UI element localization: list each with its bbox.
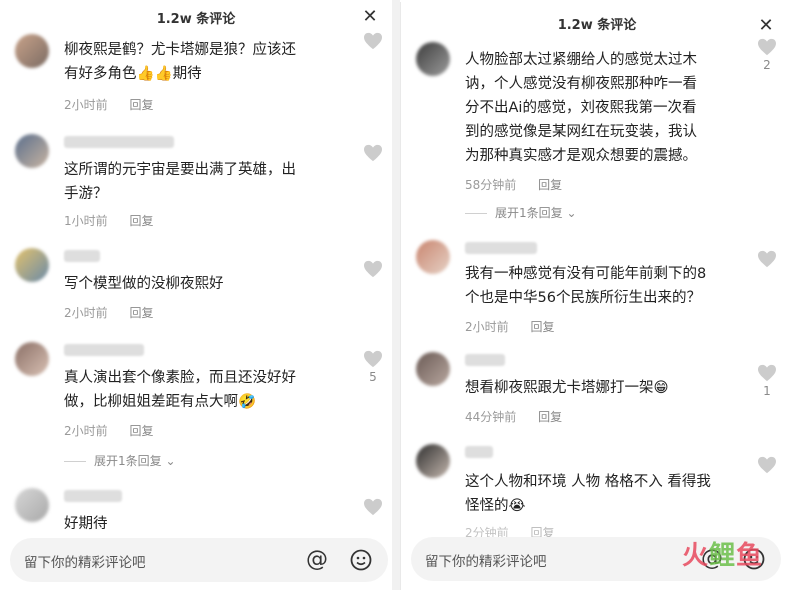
chevron-down-icon: ⌄ xyxy=(566,206,577,220)
comment-panel-left: 1.2w 条评论 ✕ 柳夜熙是鹤？尤卡塔娜是狼？应该还 有好多角色👍👍期待 2小… xyxy=(0,0,392,590)
comment-input[interactable]: 留下你的精彩评论吧 @ xyxy=(10,538,388,582)
close-icon[interactable]: ✕ xyxy=(360,8,380,28)
reply-button[interactable]: 回复 xyxy=(129,98,153,112)
reply-button[interactable]: 回复 xyxy=(538,410,562,424)
heart-icon xyxy=(364,260,382,278)
heart-icon xyxy=(758,38,776,56)
avatar[interactable] xyxy=(416,240,450,274)
reply-button[interactable]: 回复 xyxy=(129,214,153,228)
smiley-icon[interactable] xyxy=(350,549,372,575)
divider xyxy=(465,213,487,214)
comment-meta: 2小时前 回复 xyxy=(64,422,153,439)
avatar[interactable] xyxy=(15,342,49,376)
like-button[interactable]: 5 xyxy=(362,350,384,384)
avatar[interactable] xyxy=(15,134,49,168)
comment-text: 柳夜熙是鹤？尤卡塔娜是狼？应该还 有好多角色👍👍期待 xyxy=(64,42,296,82)
comment-meta: 58分钟前 回复 xyxy=(465,176,562,193)
comment-time: 2小时前 xyxy=(64,424,108,438)
comment-meta: 2小时前 回复 xyxy=(64,304,153,321)
username[interactable] xyxy=(64,136,174,148)
reply-button[interactable]: 回复 xyxy=(129,306,153,320)
reply-button[interactable]: 回复 xyxy=(538,178,562,192)
heart-icon xyxy=(364,32,382,50)
like-button[interactable] xyxy=(362,144,384,162)
comment-text: 这所谓的元宇宙是要出满了英雄，出 手游？ xyxy=(64,162,296,202)
avatar[interactable] xyxy=(15,248,49,282)
comment-text: 人物脸部太过紧绷给人的感觉太过木 讷，个人感觉没有柳夜熙那种咋一看 分不出Ai的… xyxy=(465,52,697,164)
like-button[interactable] xyxy=(362,498,384,516)
like-button[interactable] xyxy=(362,260,384,278)
comment-time: 2小时前 xyxy=(465,320,509,334)
username[interactable] xyxy=(465,242,537,254)
comment-meta: 1小时前 回复 xyxy=(64,212,153,229)
comment-time: 2小时前 xyxy=(64,306,108,320)
heart-icon xyxy=(364,350,382,368)
avatar[interactable] xyxy=(416,352,450,386)
username[interactable] xyxy=(64,344,144,356)
username[interactable] xyxy=(64,490,122,502)
at-icon[interactable]: @ xyxy=(306,547,328,572)
comment-count-title: 1.2w 条评论 xyxy=(156,12,236,27)
close-icon[interactable]: ✕ xyxy=(756,17,776,37)
comment-count-title: 1.2w 条评论 xyxy=(557,18,637,33)
comment-time: 2小时前 xyxy=(64,98,108,112)
heart-icon xyxy=(758,250,776,268)
like-count: 1 xyxy=(763,384,771,398)
watermark-logo: 火鲤鱼 xyxy=(681,541,763,571)
chevron-down-icon: ⌄ xyxy=(165,454,176,468)
avatar[interactable] xyxy=(15,488,49,522)
avatar[interactable] xyxy=(416,42,450,76)
comment-input-placeholder[interactable]: 留下你的精彩评论吧 xyxy=(425,550,547,570)
comment-input-placeholder[interactable]: 留下你的精彩评论吧 xyxy=(24,551,146,571)
like-button[interactable] xyxy=(756,456,778,474)
comment-meta: 2小时前 回复 xyxy=(465,318,554,335)
like-count: 2 xyxy=(763,58,771,72)
comment-panel-right: 1.2w 条评论 ✕ 人物脸部太过紧绷给人的感觉太过木 讷，个人感觉没有柳夜熙那… xyxy=(400,2,793,590)
heart-icon xyxy=(758,456,776,474)
heart-icon xyxy=(364,498,382,516)
reply-button[interactable]: 回复 xyxy=(530,320,554,334)
like-button[interactable] xyxy=(756,250,778,268)
like-button[interactable] xyxy=(362,32,384,50)
username[interactable] xyxy=(465,446,493,458)
comment-text: 真人演出套个像素脸，而且还没好好 做，比柳姐姐差距有点大啊🤣 xyxy=(64,370,296,410)
comment-text: 想看柳夜熙跟尤卡塔娜打一架😁 xyxy=(465,380,669,396)
username[interactable] xyxy=(64,250,100,262)
comment-time: 58分钟前 xyxy=(465,178,517,192)
like-count: 5 xyxy=(369,370,377,384)
like-button[interactable]: 1 xyxy=(756,364,778,398)
heart-icon xyxy=(758,364,776,382)
comment-text: 我有一种感觉有没有可能年前剩下的8 个也是中华56个民族所衍生出来的？ xyxy=(465,266,707,306)
like-button[interactable]: 2 xyxy=(756,38,778,72)
comment-time: 1小时前 xyxy=(64,214,108,228)
divider xyxy=(64,461,86,462)
comment-text: 写个模型做的没柳夜熙好 xyxy=(64,276,224,292)
username[interactable] xyxy=(465,354,505,366)
avatar[interactable] xyxy=(416,444,450,478)
expand-replies-button[interactable]: 展开1条回复 ⌄ xyxy=(64,452,176,469)
avatar[interactable] xyxy=(15,34,49,68)
comment-text: 这个人物和环境 人物 格格不入 看得我 怪怪的😭 xyxy=(465,474,711,514)
comment-time: 44分钟前 xyxy=(465,410,517,424)
comment-meta: 44分钟前 回复 xyxy=(465,408,562,425)
comment-meta: 2小时前 回复 xyxy=(64,96,153,113)
expand-replies-button[interactable]: 展开1条回复 ⌄ xyxy=(465,204,577,221)
heart-icon xyxy=(364,144,382,162)
reply-button[interactable]: 回复 xyxy=(129,424,153,438)
comment-text: 好期待 xyxy=(64,516,108,532)
